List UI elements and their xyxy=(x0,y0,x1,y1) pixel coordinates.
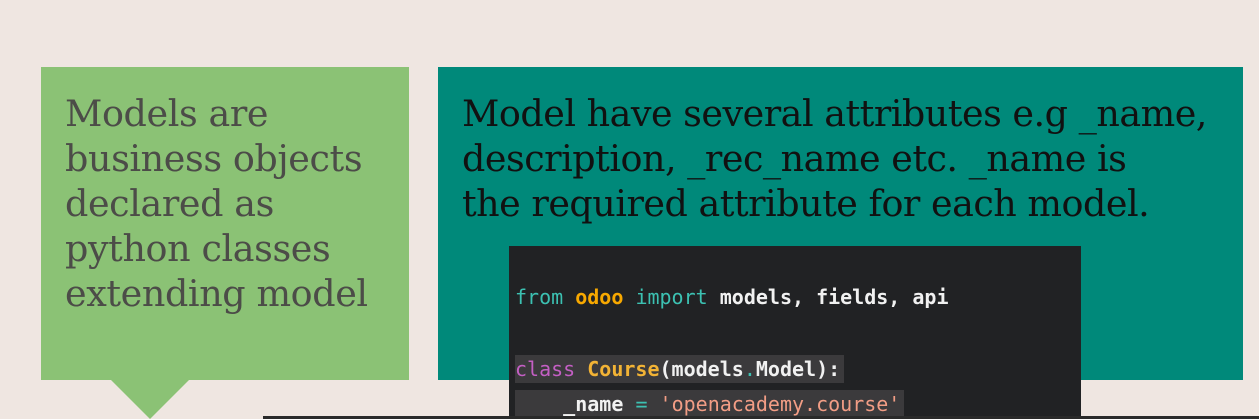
code-keyword-import: import xyxy=(635,285,708,309)
left-text-line: declared as xyxy=(65,182,274,225)
models-definition-box: Models are business objects declared as … xyxy=(41,67,409,380)
code-imported-names: models, fields, api xyxy=(719,285,949,309)
left-text-line: Models are xyxy=(65,92,269,135)
code-line-import: from odoo import models, fields, api xyxy=(515,283,949,311)
code-string-value: 'openacademy.course' xyxy=(659,392,901,416)
code-class-name: Course xyxy=(587,357,660,381)
model-attributes-text: Model have several attributes e.g _name,… xyxy=(462,91,1252,226)
code-snippet: from odoo import models, fields, api cla… xyxy=(509,246,1081,419)
code-paren: (models xyxy=(659,357,744,381)
left-text-line: extending model xyxy=(65,272,368,315)
slide: Models are business objects declared as … xyxy=(0,0,1259,419)
code-line-class: class Course(models.Model): xyxy=(515,355,845,383)
right-text-line: Model have several attributes e.g _name, xyxy=(462,92,1207,135)
code-keyword-class: class xyxy=(515,357,576,381)
code-dot: . xyxy=(743,357,756,381)
code-equals: = xyxy=(635,392,648,416)
right-text-line: description, _rec_name etc. _name is xyxy=(462,137,1127,180)
code-attribute: _name xyxy=(563,392,624,416)
code-keyword-from: from xyxy=(515,285,564,309)
code-module: odoo xyxy=(575,285,624,309)
callout-pointer xyxy=(111,380,189,419)
left-text-line: python classes xyxy=(65,227,331,270)
right-text-line: the required attribute for each model. xyxy=(462,182,1150,225)
code-line-name: _name = 'openacademy.course' xyxy=(515,390,905,418)
code-base-class: Model): xyxy=(755,357,841,381)
models-definition-text: Models are business objects declared as … xyxy=(65,91,405,316)
left-text-line: business objects xyxy=(65,137,363,180)
